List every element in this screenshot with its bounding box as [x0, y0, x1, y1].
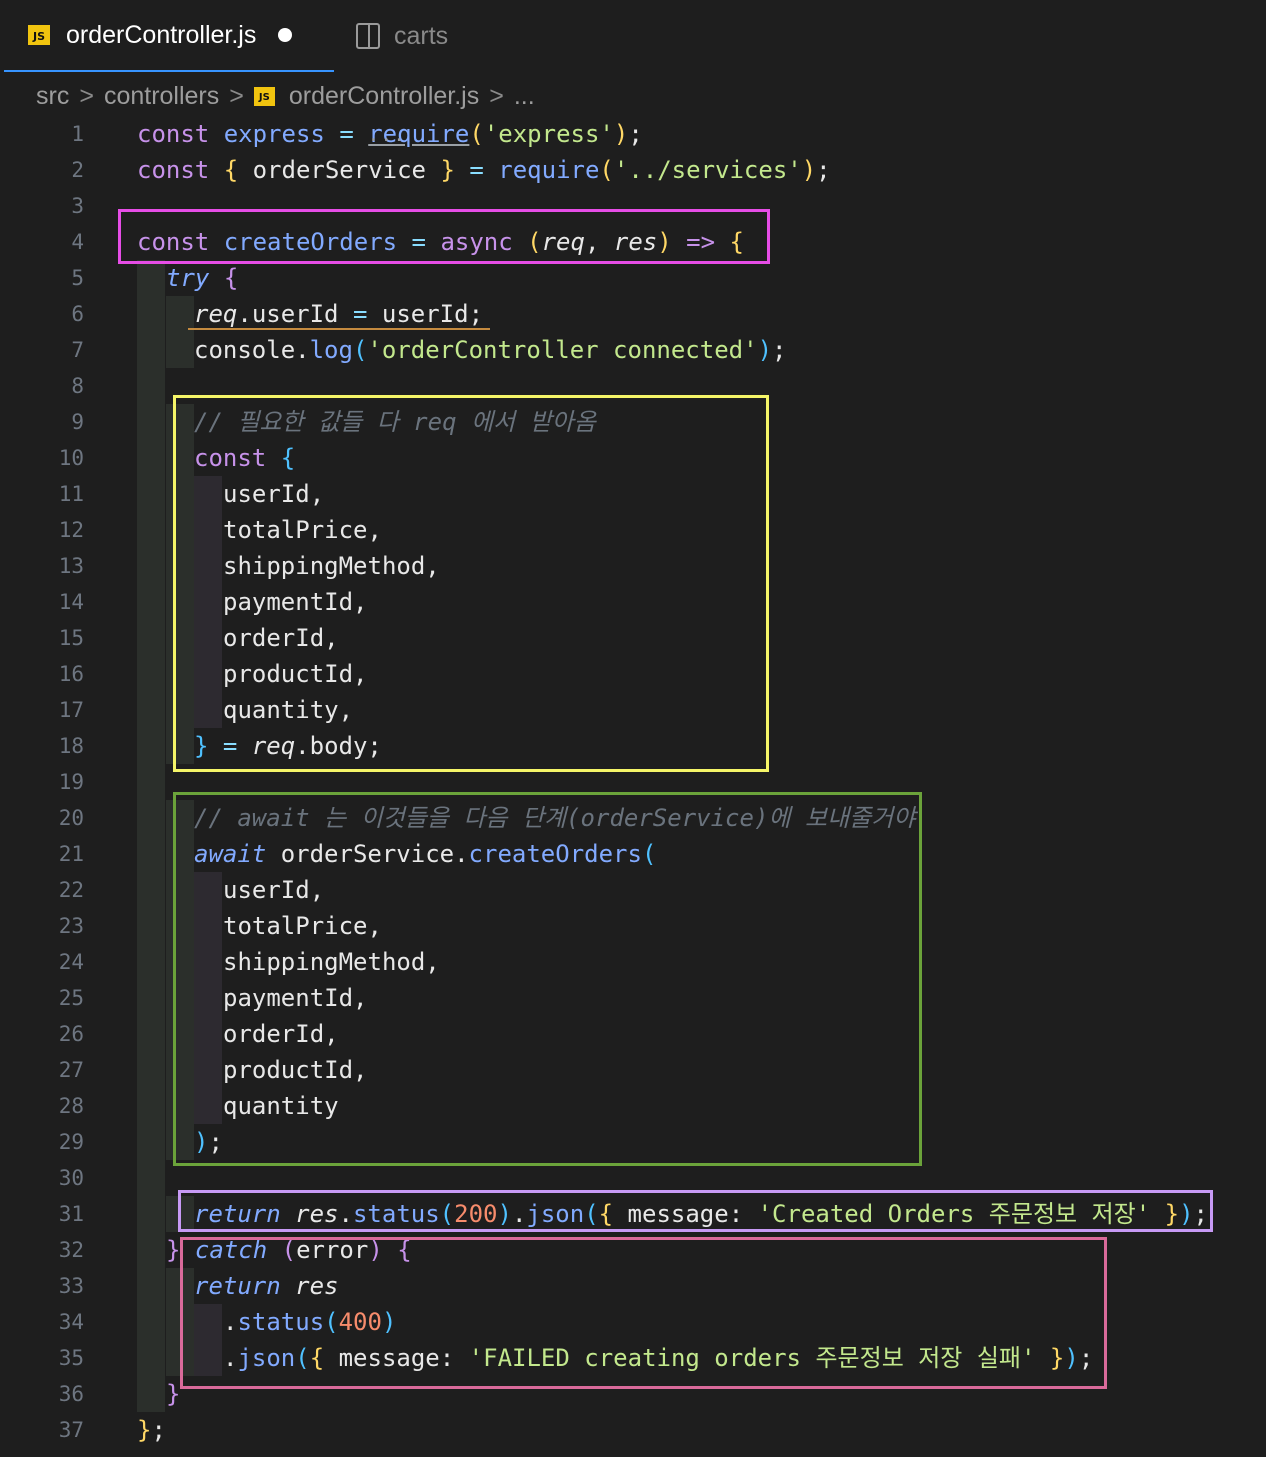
breadcrumb-separator: >	[489, 81, 504, 110]
line-number: 26	[58, 1022, 84, 1046]
line-number: 32	[58, 1238, 84, 1262]
code-line-22[interactable]: userId,	[223, 872, 324, 908]
code-comment-9[interactable]: // 필요한 값들 다 req 에서 받아옴	[194, 404, 596, 440]
js-file-icon: JS	[28, 25, 50, 45]
line-number: 20	[58, 806, 84, 830]
code-line-37[interactable]: };	[137, 1412, 166, 1448]
code-line-14[interactable]: paymentId,	[223, 584, 368, 620]
line-number: 34	[58, 1310, 84, 1334]
unsaved-dot-icon[interactable]	[278, 28, 293, 42]
line-number: 14	[58, 590, 84, 614]
code-line-5[interactable]: try {	[166, 260, 238, 296]
line-number: 11	[58, 482, 84, 506]
warning-underline	[188, 328, 490, 330]
line-number: 19	[58, 770, 84, 794]
js-file-icon: JS	[253, 86, 275, 106]
code-line-15[interactable]: orderId,	[223, 620, 339, 656]
tab-bar: JS orderController.js carts	[0, 0, 1266, 72]
line-number: 24	[58, 950, 84, 974]
line-number: 7	[71, 338, 84, 362]
line-number: 6	[71, 302, 84, 326]
code-editor[interactable]: 1 2 3 4 5 6 7 8 9 10 11 12 13 14 15 16 1…	[0, 116, 1266, 1457]
line-number: 2	[71, 158, 84, 182]
code-comment-20[interactable]: // await 는 이것들을 다음 단계(orderService)에 보내줄…	[194, 800, 915, 836]
line-number: 10	[58, 446, 84, 470]
tab-label: orderController.js	[66, 20, 257, 49]
line-number: 3	[71, 194, 84, 218]
code-line-23[interactable]: totalPrice,	[223, 908, 382, 944]
code-line-34[interactable]: .status(400)	[223, 1304, 396, 1340]
code-line-18[interactable]: } = req.body;	[194, 728, 382, 764]
tab-label: carts	[394, 21, 449, 50]
code-line-29[interactable]: );	[194, 1124, 223, 1160]
line-number: 37	[58, 1418, 84, 1442]
breadcrumb: src > controllers > JS orderController.j…	[36, 78, 535, 114]
code-line-21[interactable]: await orderService.createOrders(	[194, 836, 656, 872]
line-number: 30	[58, 1166, 84, 1190]
code-line-16[interactable]: productId,	[223, 656, 368, 692]
code-line-10[interactable]: const {	[194, 440, 295, 476]
line-number: 36	[58, 1382, 84, 1406]
code-line-26[interactable]: orderId,	[223, 1016, 339, 1052]
split-editor-icon	[356, 23, 380, 49]
line-number: 27	[58, 1058, 84, 1082]
breadcrumb-file[interactable]: orderController.js	[289, 82, 479, 111]
code-line-31[interactable]: return res.status(200).json({ message: '…	[194, 1196, 1208, 1232]
code-line-32[interactable]: } catch (error) {	[166, 1232, 412, 1268]
code-line-25[interactable]: paymentId,	[223, 980, 368, 1016]
code-line-11[interactable]: userId,	[223, 476, 324, 512]
line-number: 5	[71, 266, 84, 290]
code-line-36[interactable]: }	[166, 1376, 180, 1412]
code-line-6[interactable]: req.userId = userId;	[194, 296, 483, 332]
code-line-24[interactable]: shippingMethod,	[223, 944, 440, 980]
code-line-33[interactable]: return res	[194, 1268, 339, 1304]
line-number: 4	[71, 230, 84, 254]
code-line-13[interactable]: shippingMethod,	[223, 548, 440, 584]
hint-dots: ···	[368, 130, 407, 151]
line-number: 17	[58, 698, 84, 722]
line-number: 13	[58, 554, 84, 578]
line-number: 29	[58, 1130, 84, 1154]
code-line-17[interactable]: quantity,	[223, 692, 353, 728]
line-number: 35	[58, 1346, 84, 1370]
line-number: 15	[58, 626, 84, 650]
line-number: 22	[58, 878, 84, 902]
code-line-28[interactable]: quantity	[223, 1088, 339, 1124]
line-number: 25	[58, 986, 84, 1010]
tab-order-controller[interactable]: JS orderController.js	[4, 0, 334, 72]
line-number: 9	[71, 410, 84, 434]
line-number: 21	[58, 842, 84, 866]
line-number: 12	[58, 518, 84, 542]
breadcrumb-src[interactable]: src	[36, 82, 69, 111]
code-line-7[interactable]: console.log('orderController connected')…	[194, 332, 786, 368]
code-line-12[interactable]: totalPrice,	[223, 512, 382, 548]
line-number: 23	[58, 914, 84, 938]
line-number: 28	[58, 1094, 84, 1118]
line-number: 1	[71, 122, 84, 146]
line-number: 8	[71, 374, 84, 398]
line-number: 18	[58, 734, 84, 758]
code-line-4[interactable]: const createOrders = async (req, res) =>…	[137, 224, 744, 260]
breadcrumb-separator: >	[79, 81, 94, 110]
breadcrumb-separator: >	[229, 81, 244, 110]
breadcrumb-symbol[interactable]: ...	[514, 82, 535, 111]
breadcrumb-controllers[interactable]: controllers	[104, 82, 219, 111]
code-line-27[interactable]: productId,	[223, 1052, 368, 1088]
code-line-35[interactable]: .json({ message: 'FAILED creating orders…	[223, 1340, 1093, 1376]
tab-carts[interactable]: carts	[356, 0, 448, 72]
code-line-2[interactable]: const { orderService } = require('../ser…	[137, 152, 831, 188]
line-number: 31	[58, 1202, 84, 1226]
line-number: 33	[58, 1274, 84, 1298]
line-number: 16	[58, 662, 84, 686]
